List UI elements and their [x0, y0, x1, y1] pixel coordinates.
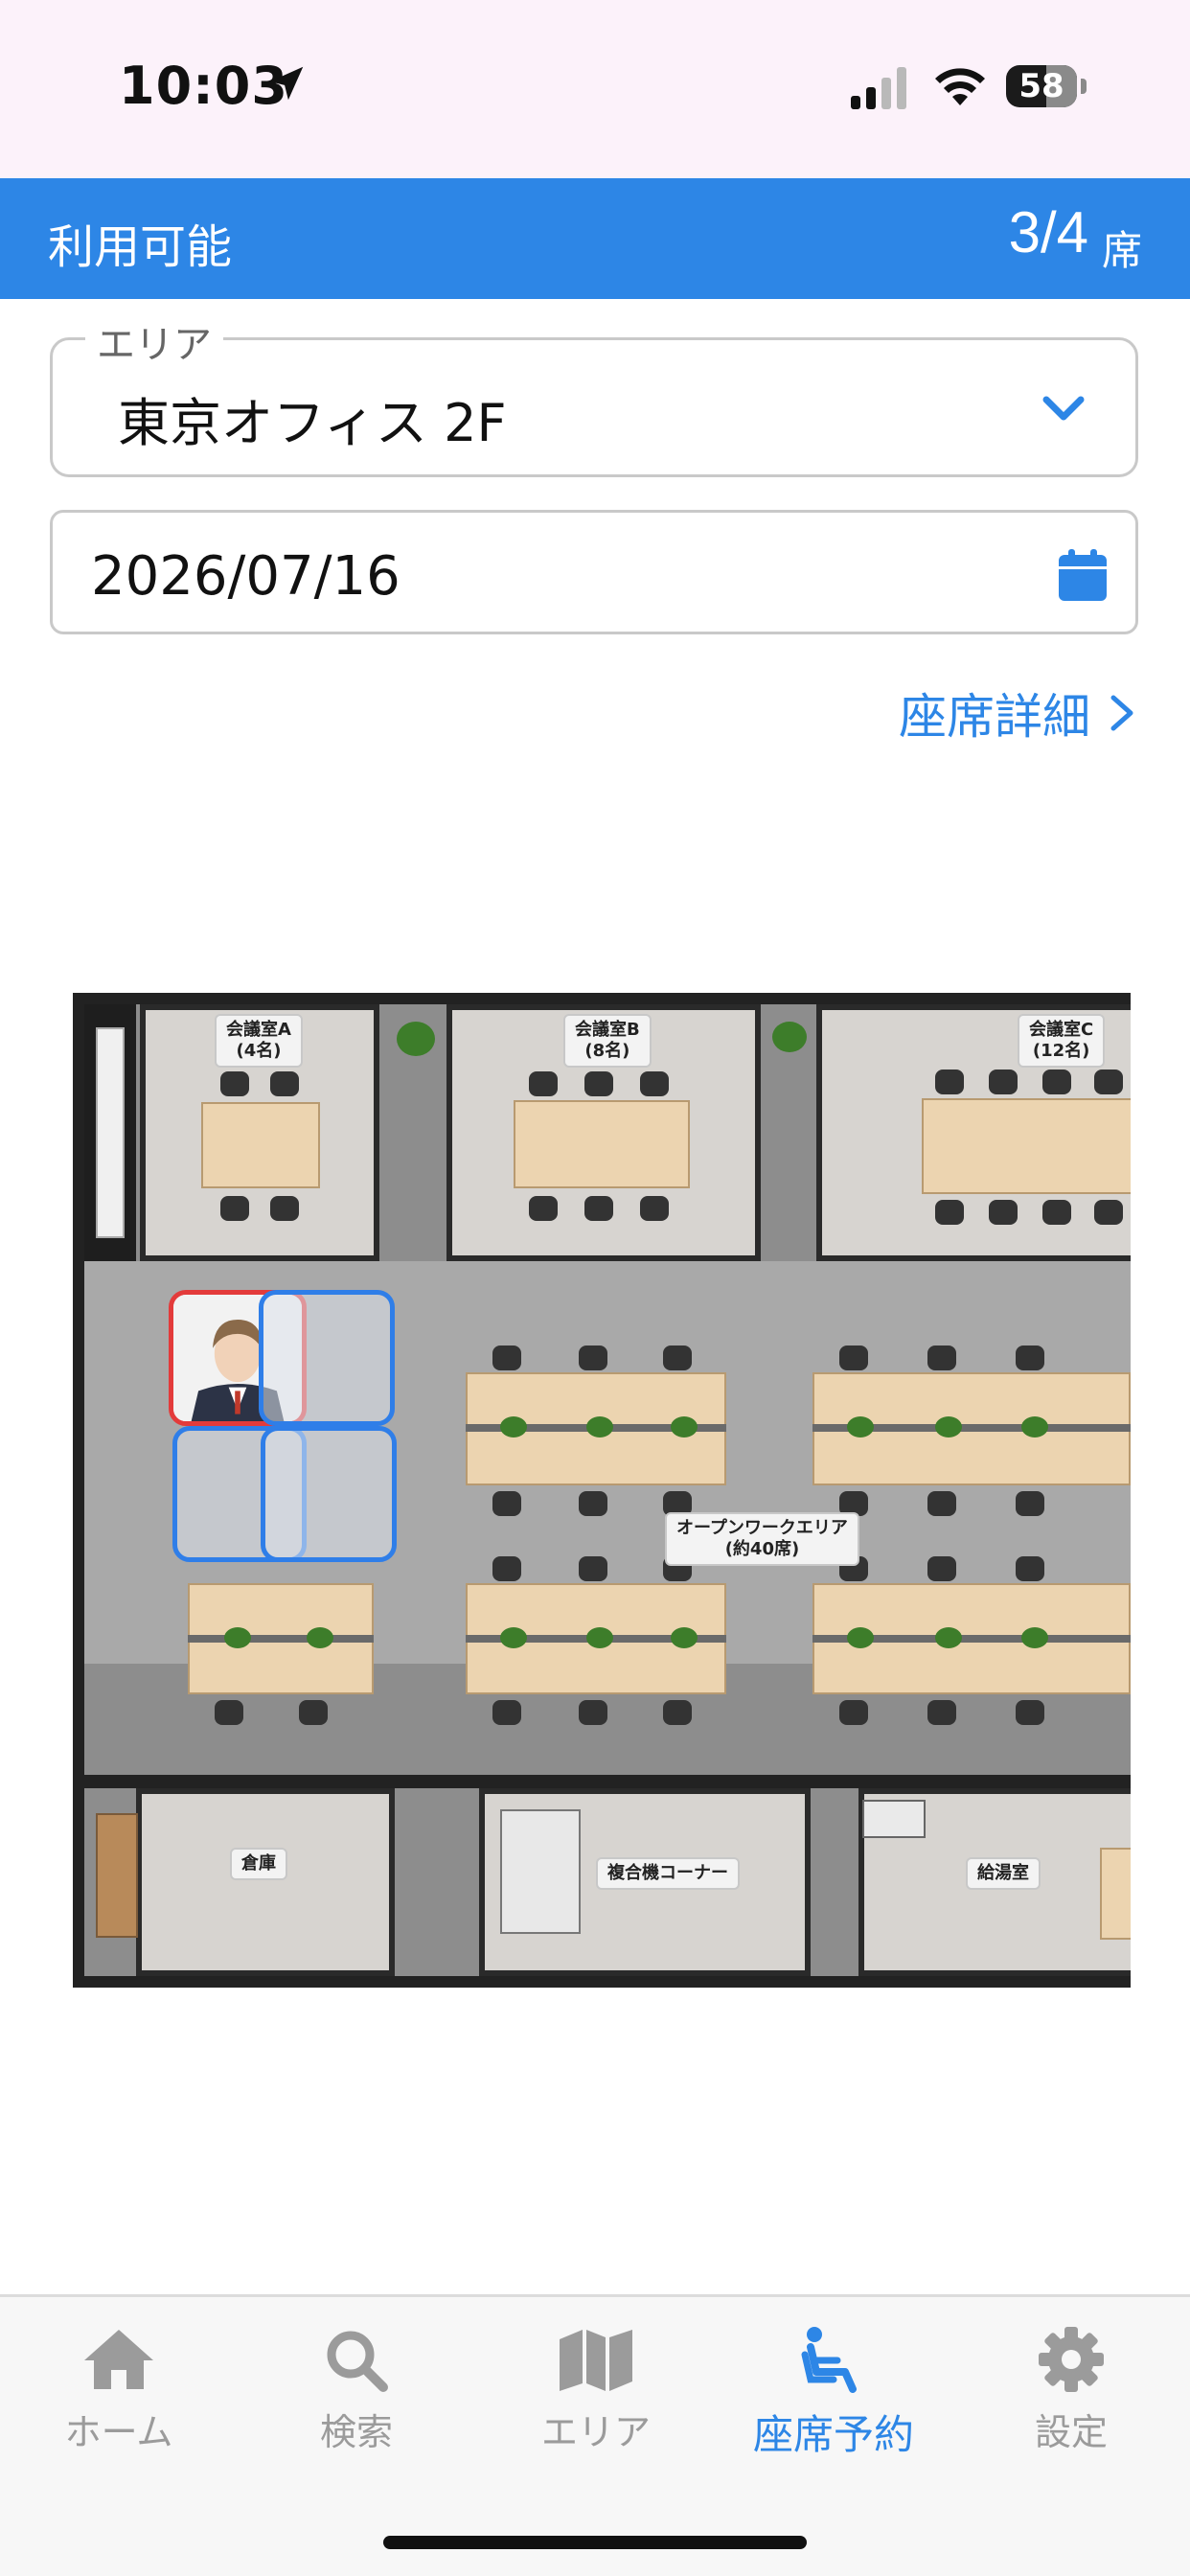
area-select[interactable]: エリア 東京オフィス 2F — [50, 313, 1138, 477]
seat-available[interactable] — [259, 1290, 395, 1426]
meeting-table — [922, 1098, 1131, 1194]
wifi-icon — [935, 68, 985, 105]
room-a-label: 会議室A (4名) — [215, 1014, 303, 1068]
date-value: 2026/07/16 — [91, 545, 400, 608]
storage-room — [136, 1788, 395, 1976]
cellular-signal-icon — [851, 67, 906, 109]
home-indicator[interactable] — [383, 2536, 807, 2549]
availability-unit: 席 — [1101, 227, 1142, 274]
location-arrow-icon — [269, 66, 304, 101]
seat-available[interactable] — [261, 1426, 397, 1562]
area-select-label: エリア — [85, 313, 223, 369]
plant-icon — [397, 1022, 435, 1056]
tab-area[interactable]: エリア — [491, 2326, 701, 2479]
microwave — [862, 1800, 926, 1838]
calendar-icon[interactable] — [1059, 549, 1107, 601]
availability-count: 3/4 — [1008, 200, 1088, 264]
tab-area-label: エリア — [540, 2411, 651, 2453]
seat-icon — [801, 2327, 857, 2393]
status-time: 10:03 — [119, 56, 288, 116]
seat-detail-label: 座席詳細 — [899, 689, 1090, 745]
floor-map: 会議室A (4名) 会議室B (8名) 会議室C (12名) オープンワークエリ… — [73, 993, 1131, 1988]
copier-machine — [500, 1809, 581, 1934]
open-area-label: オープンワークエリア (約40席) — [665, 1512, 859, 1566]
availability-label: 利用可能 — [48, 220, 233, 274]
status-bar: 10:03 58 — [0, 0, 1190, 178]
area-select-value: 東京オフィス 2F — [118, 393, 507, 453]
map-icon — [560, 2330, 632, 2391]
tab-settings-label: 設定 — [1034, 2411, 1108, 2453]
tab-home-label: ホーム — [64, 2411, 173, 2453]
gear-icon — [1039, 2327, 1104, 2392]
home-icon — [84, 2330, 153, 2389]
tab-seat-reservation[interactable]: 座席予約 — [728, 2326, 939, 2479]
date-field[interactable]: 2026/07/16 — [50, 510, 1138, 634]
chevron-right-icon — [1110, 695, 1133, 731]
kitchen-label: 給湯室 — [966, 1857, 1041, 1890]
bottom-tab-bar: ホーム 検索 エリア 座席予約 設定 — [0, 2294, 1190, 2576]
plant-icon — [772, 1022, 807, 1052]
tab-search[interactable]: 検索 — [251, 2326, 462, 2479]
chevron-down-icon — [1042, 396, 1085, 421]
tab-settings[interactable]: 設定 — [966, 2326, 1177, 2479]
tab-seat-reservation-label: 座席予約 — [752, 2411, 914, 2458]
storage-boxes — [96, 1813, 138, 1938]
room-b-label: 会議室B (8名) — [563, 1014, 652, 1068]
room-c-label: 会議室C (12名) — [1018, 1014, 1106, 1068]
meeting-table — [201, 1102, 320, 1188]
copier-label: 複合機コーナー — [596, 1857, 740, 1890]
tab-home[interactable]: ホーム — [13, 2326, 224, 2479]
battery-level: 58 — [1018, 67, 1064, 105]
meeting-table — [514, 1100, 690, 1188]
search-icon — [327, 2331, 388, 2392]
battery-icon: 58 — [1006, 65, 1087, 107]
storage-label: 倉庫 — [230, 1848, 287, 1880]
availability-banner: 利用可能 3/4 席 — [0, 178, 1190, 299]
seat-detail-link[interactable]: 座席詳細 — [899, 678, 1136, 748]
tab-search-label: 検索 — [319, 2411, 393, 2453]
